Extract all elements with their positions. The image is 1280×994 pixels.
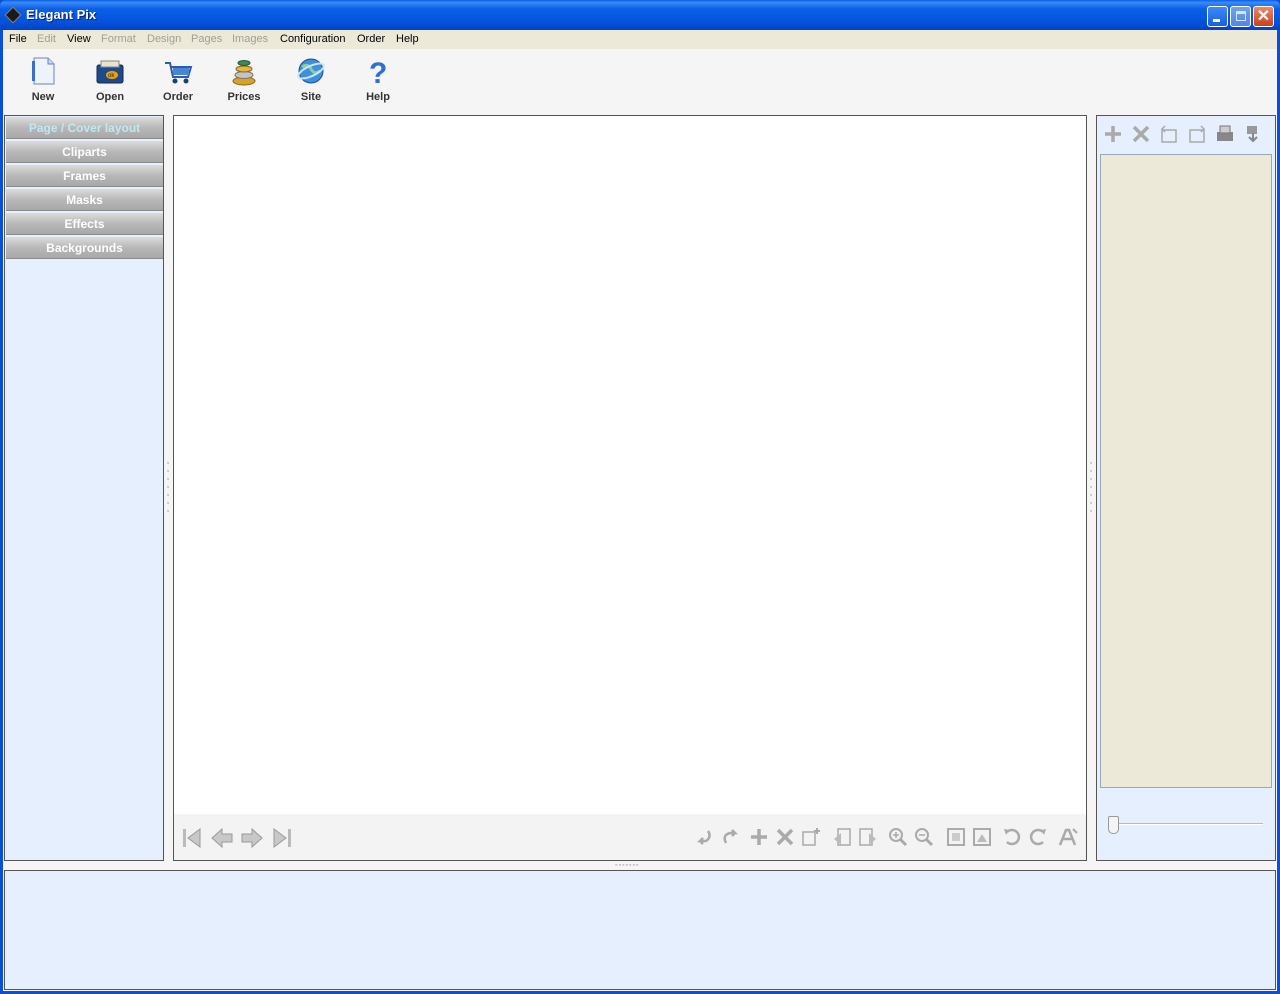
right-panel xyxy=(1096,115,1276,861)
window-title: Elegant Pix xyxy=(26,7,97,22)
open-label: Open xyxy=(95,91,125,103)
move-left-icon[interactable] xyxy=(832,827,852,847)
page-canvas[interactable] xyxy=(173,115,1087,861)
svg-text:?: ? xyxy=(369,57,387,87)
canvas-toolbar xyxy=(174,814,1086,860)
help-button[interactable]: ? Help xyxy=(348,55,408,111)
new-document-icon xyxy=(32,57,55,85)
open-album-icon: ok xyxy=(96,60,124,84)
menu-view[interactable]: View xyxy=(67,33,91,45)
app-window: Elegant Pix ✕ File Edit View Format Desi… xyxy=(0,0,1280,994)
zoom-in-icon[interactable] xyxy=(888,827,908,847)
title-bar[interactable]: Elegant Pix ✕ xyxy=(0,0,1280,30)
thumbnail-size-slider[interactable] xyxy=(1108,816,1119,834)
thumbnail-size-slider-track[interactable] xyxy=(1111,823,1263,825)
menu-format[interactable]: Format xyxy=(101,33,136,45)
site-button[interactable]: Site xyxy=(281,55,341,111)
next-page-icon[interactable] xyxy=(240,826,264,850)
new-button[interactable]: New xyxy=(13,55,73,111)
close-button[interactable]: ✕ xyxy=(1253,6,1274,27)
close-icon: ✕ xyxy=(1256,8,1271,25)
rotate-right-icon[interactable] xyxy=(1028,827,1048,847)
undo-icon[interactable] xyxy=(694,827,714,847)
maximize-icon xyxy=(1236,11,1246,21)
prices-button[interactable]: Prices xyxy=(214,55,274,111)
tab-page-cover-layout[interactable]: Page / Cover layout xyxy=(6,117,163,139)
bottom-panel[interactable] xyxy=(4,870,1276,990)
remove-image-icon[interactable] xyxy=(1131,124,1151,144)
first-page-icon[interactable] xyxy=(180,826,204,850)
tab-effects[interactable]: Effects xyxy=(6,213,163,235)
menu-pages[interactable]: Pages xyxy=(191,33,222,45)
prices-label: Prices xyxy=(227,91,261,103)
menu-configuration[interactable]: Configuration xyxy=(280,33,345,45)
svg-text:ok: ok xyxy=(108,73,115,79)
left-splitter-grip[interactable]: ◦ ◦ ◦ ◦ ◦ ◦ ◦ xyxy=(165,460,171,516)
order-label: Order xyxy=(163,91,193,103)
actual-size-icon[interactable] xyxy=(972,827,992,847)
move-right-icon[interactable] xyxy=(858,827,878,847)
question-mark-icon: ? xyxy=(369,57,387,87)
menu-design[interactable]: Design xyxy=(147,33,181,45)
client-area: File Edit View Format Design Pages Image… xyxy=(3,30,1277,991)
right-splitter-grip[interactable]: ◦ ◦ ◦ ◦ ◦ ◦ ◦ xyxy=(1088,460,1094,516)
insert-page-icon[interactable] xyxy=(801,827,821,847)
globe-icon xyxy=(297,58,325,84)
order-button[interactable]: Order xyxy=(148,55,208,111)
shopping-cart-icon xyxy=(165,62,193,84)
menu-images[interactable]: Images xyxy=(232,33,268,45)
main-toolbar: New ok Open Order Prices Site ? Help xyxy=(3,49,1277,113)
menu-bar: File Edit View Format Design Pages Image… xyxy=(3,30,1277,49)
left-panel: Page / Cover layout Cliparts Frames Mask… xyxy=(4,115,164,861)
previous-page-icon[interactable] xyxy=(210,826,234,850)
rotate-image-right-icon[interactable] xyxy=(1187,124,1207,144)
tab-cliparts[interactable]: Cliparts xyxy=(6,141,163,163)
tab-backgrounds[interactable]: Backgrounds xyxy=(6,237,163,259)
new-label: New xyxy=(31,91,55,103)
tab-masks[interactable]: Masks xyxy=(6,189,163,211)
last-page-icon[interactable] xyxy=(270,826,294,850)
maximize-button[interactable] xyxy=(1230,6,1251,27)
site-label: Site xyxy=(300,91,322,103)
add-icon[interactable] xyxy=(749,827,769,847)
rotate-image-left-icon[interactable] xyxy=(1159,124,1179,144)
zoom-out-icon[interactable] xyxy=(914,827,934,847)
redo-icon[interactable] xyxy=(720,827,740,847)
tab-frames[interactable]: Frames xyxy=(6,165,163,187)
import-icon[interactable] xyxy=(1243,124,1263,144)
fit-page-icon[interactable] xyxy=(946,827,966,847)
minimize-icon xyxy=(1213,19,1220,22)
help-label: Help xyxy=(366,91,390,103)
open-button[interactable]: ok Open xyxy=(80,55,140,111)
minimize-button[interactable] xyxy=(1207,6,1228,27)
bottom-splitter-grip[interactable]: ◦◦◦◦◦◦◦ xyxy=(615,862,639,869)
scanner-icon[interactable] xyxy=(1215,124,1235,144)
menu-file[interactable]: File xyxy=(9,33,27,45)
coins-stack-icon xyxy=(232,60,256,86)
image-thumbnail-area[interactable] xyxy=(1100,154,1272,788)
delete-icon[interactable] xyxy=(775,827,795,847)
menu-edit[interactable]: Edit xyxy=(37,33,56,45)
menu-help[interactable]: Help xyxy=(396,33,419,45)
rotate-left-icon[interactable] xyxy=(1002,827,1022,847)
menu-order[interactable]: Order xyxy=(357,33,385,45)
app-icon xyxy=(4,6,22,24)
add-image-icon[interactable] xyxy=(1103,124,1123,144)
text-icon[interactable] xyxy=(1058,827,1078,847)
